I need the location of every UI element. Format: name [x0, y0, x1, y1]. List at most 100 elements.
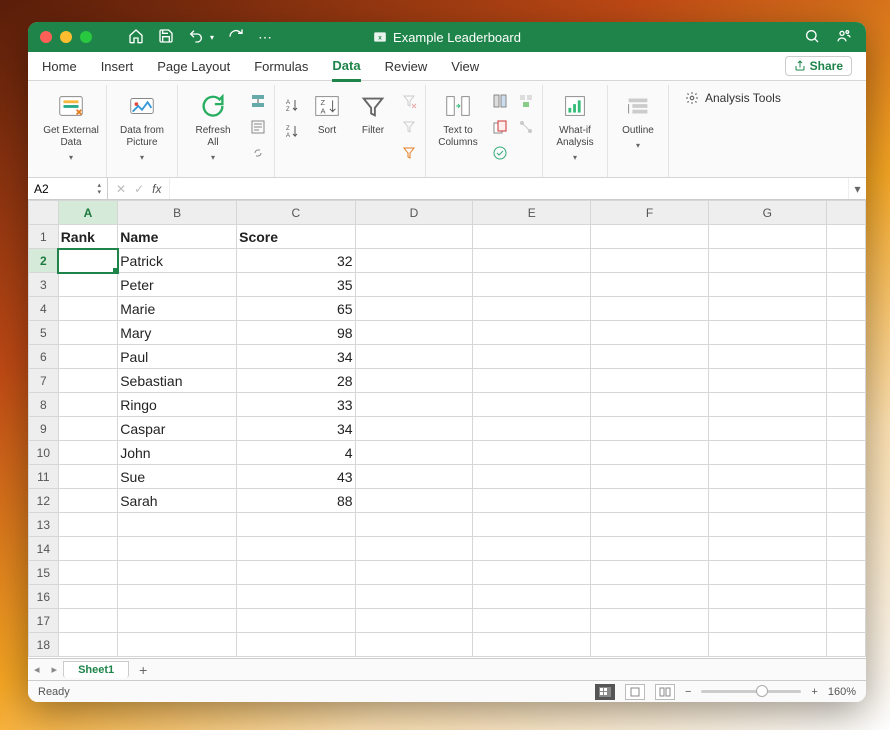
- cell-A18[interactable]: [58, 633, 118, 657]
- home-icon[interactable]: [128, 28, 144, 47]
- row-header-4[interactable]: 4: [29, 297, 59, 321]
- cell-E7[interactable]: [473, 369, 591, 393]
- cell-G15[interactable]: [708, 561, 826, 585]
- cell-E3[interactable]: [473, 273, 591, 297]
- close-window-button[interactable]: [40, 31, 52, 43]
- cell-A1[interactable]: Rank: [58, 225, 118, 249]
- cell-overflow[interactable]: [826, 537, 865, 561]
- cell-B15[interactable]: [118, 561, 237, 585]
- row-header-8[interactable]: 8: [29, 393, 59, 417]
- outline-button[interactable]: Outline ▾: [614, 85, 662, 151]
- cell-overflow[interactable]: [826, 441, 865, 465]
- cell-F6[interactable]: [591, 345, 709, 369]
- cell-overflow[interactable]: [826, 297, 865, 321]
- cell-G3[interactable]: [708, 273, 826, 297]
- cell-G5[interactable]: [708, 321, 826, 345]
- cell-C1[interactable]: Score: [237, 225, 355, 249]
- cell-D16[interactable]: [355, 585, 473, 609]
- cell-F2[interactable]: [591, 249, 709, 273]
- cell-overflow[interactable]: [826, 561, 865, 585]
- cell-overflow[interactable]: [826, 249, 865, 273]
- properties-button[interactable]: [248, 117, 268, 137]
- cell-overflow[interactable]: [826, 417, 865, 441]
- row-header-5[interactable]: 5: [29, 321, 59, 345]
- row-header-16[interactable]: 16: [29, 585, 59, 609]
- relationships-button[interactable]: [516, 117, 536, 137]
- view-page-break-button[interactable]: [655, 684, 675, 700]
- tab-view[interactable]: View: [451, 53, 479, 80]
- cell-C5[interactable]: 98: [237, 321, 355, 345]
- get-external-data-button[interactable]: Get External Data ▾: [42, 85, 100, 163]
- sheet-tab-sheet1[interactable]: Sheet1: [63, 661, 129, 678]
- refresh-all-button[interactable]: Refresh All ▾: [184, 85, 242, 163]
- cell-C7[interactable]: 28: [237, 369, 355, 393]
- remove-duplicates-button[interactable]: [490, 117, 510, 137]
- cell-A17[interactable]: [58, 609, 118, 633]
- cell-D12[interactable]: [355, 489, 473, 513]
- data-from-picture-button[interactable]: Data from Picture ▾: [113, 85, 171, 163]
- cell-B11[interactable]: Sue: [118, 465, 237, 489]
- cell-F15[interactable]: [591, 561, 709, 585]
- cell-B9[interactable]: Caspar: [118, 417, 237, 441]
- save-icon[interactable]: [158, 28, 174, 47]
- row-header-12[interactable]: 12: [29, 489, 59, 513]
- enter-formula-icon[interactable]: ✓: [134, 182, 144, 196]
- more-icon[interactable]: ⋯: [258, 29, 272, 46]
- cell-F3[interactable]: [591, 273, 709, 297]
- zoom-level[interactable]: 160%: [828, 686, 856, 698]
- tab-insert[interactable]: Insert: [101, 53, 134, 80]
- cell-E15[interactable]: [473, 561, 591, 585]
- cell-C16[interactable]: [237, 585, 355, 609]
- undo-dropdown-icon[interactable]: ▾: [210, 33, 214, 42]
- cell-D3[interactable]: [355, 273, 473, 297]
- row-header-9[interactable]: 9: [29, 417, 59, 441]
- name-box-stepper[interactable]: ▴▾: [97, 182, 101, 196]
- undo-icon[interactable]: [188, 28, 204, 47]
- what-if-analysis-button[interactable]: What-if Analysis ▾: [549, 85, 601, 163]
- column-header-F[interactable]: F: [591, 201, 709, 225]
- cell-F7[interactable]: [591, 369, 709, 393]
- cell-G18[interactable]: [708, 633, 826, 657]
- cell-D8[interactable]: [355, 393, 473, 417]
- cell-B13[interactable]: [118, 513, 237, 537]
- cell-E1[interactable]: [473, 225, 591, 249]
- share-people-icon[interactable]: [836, 28, 852, 47]
- cell-D2[interactable]: [355, 249, 473, 273]
- cell-G17[interactable]: [708, 609, 826, 633]
- sheet-nav-next-icon[interactable]: ▸: [46, 663, 64, 676]
- cell-overflow[interactable]: [826, 513, 865, 537]
- cell-C14[interactable]: [237, 537, 355, 561]
- cell-G9[interactable]: [708, 417, 826, 441]
- search-icon[interactable]: [804, 28, 820, 47]
- cell-B1[interactable]: Name: [118, 225, 237, 249]
- cell-G2[interactable]: [708, 249, 826, 273]
- cell-D1[interactable]: [355, 225, 473, 249]
- connections-button[interactable]: [248, 91, 268, 111]
- zoom-slider-knob[interactable]: [756, 685, 768, 697]
- cell-D17[interactable]: [355, 609, 473, 633]
- row-header-7[interactable]: 7: [29, 369, 59, 393]
- cell-A8[interactable]: [58, 393, 118, 417]
- cell-F5[interactable]: [591, 321, 709, 345]
- cell-F1[interactable]: [591, 225, 709, 249]
- cell-B16[interactable]: [118, 585, 237, 609]
- cell-overflow[interactable]: [826, 345, 865, 369]
- column-header-C[interactable]: C: [237, 201, 355, 225]
- cell-D5[interactable]: [355, 321, 473, 345]
- select-all-corner[interactable]: [29, 201, 59, 225]
- formula-input[interactable]: [170, 178, 848, 199]
- row-header-1[interactable]: 1: [29, 225, 59, 249]
- cell-A14[interactable]: [58, 537, 118, 561]
- cancel-formula-icon[interactable]: ✕: [116, 182, 126, 196]
- cell-G12[interactable]: [708, 489, 826, 513]
- cell-C18[interactable]: [237, 633, 355, 657]
- cell-E12[interactable]: [473, 489, 591, 513]
- row-header-3[interactable]: 3: [29, 273, 59, 297]
- column-header-B[interactable]: B: [118, 201, 237, 225]
- cell-E10[interactable]: [473, 441, 591, 465]
- reapply-filter-button[interactable]: [399, 117, 419, 137]
- cell-E14[interactable]: [473, 537, 591, 561]
- tab-data[interactable]: Data: [332, 52, 360, 82]
- cell-E16[interactable]: [473, 585, 591, 609]
- cell-B14[interactable]: [118, 537, 237, 561]
